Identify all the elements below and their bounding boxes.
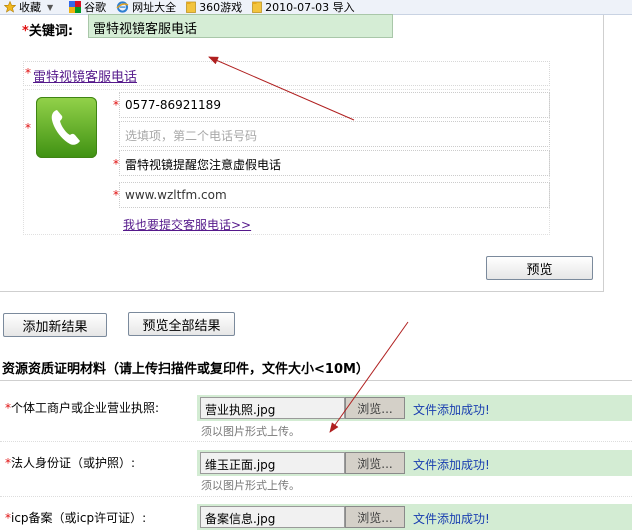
required-mark: * [25,121,31,135]
id-card-status: 文件添加成功! [413,458,490,472]
favorite-site-directory[interactable]: 网址大全 [116,0,176,15]
preview-button[interactable]: 预览 [486,256,593,280]
id-card-hint: 须以图片形式上传。 [201,479,300,492]
id-card-file-input[interactable]: 维玉正面.jpg [200,452,345,474]
section-divider [0,380,632,381]
phone-handset-icon [51,110,80,145]
favorites-label: 收藏 [19,1,41,14]
required-mark: * [25,66,31,80]
phone-logo[interactable] [36,97,97,158]
license-label: *个体工商户或企业营业执照: [5,401,160,415]
license-file-input[interactable]: 营业执照.jpg [200,397,345,419]
icp-file-input[interactable]: 备案信息.jpg [200,506,345,528]
website-field[interactable]: www.wzltfm.com [119,182,550,208]
license-browse-button[interactable]: 浏览... [345,397,405,419]
star-icon [4,1,16,13]
license-status: 文件添加成功! [413,403,490,417]
phone-field[interactable]: 0577-86921189 [119,92,550,118]
favorite-imported-label: 2010-07-03 导入 [265,1,355,14]
license-hint: 须以图片形式上传。 [201,425,300,438]
row-divider [0,496,632,497]
folder-icon [252,1,263,13]
favorite-google[interactable]: 谷歌 [69,0,106,15]
result-title-link[interactable]: 雷特视镜客服电话 [33,66,137,85]
favorites-menu[interactable]: 收藏 ▼ [4,0,53,15]
submit-phone-link[interactable]: 我也要提交客服电话>> [123,216,251,233]
chevron-down-icon[interactable]: ▼ [47,3,53,12]
description-field[interactable]: 雷特视镜提醒您注意虚假电话 [119,150,550,176]
credentials-section-title: 资源资质证明材料（请上传扫描件或复印件，文件大小<10M） [2,362,369,377]
folder-icon [186,1,197,13]
icp-status: 文件添加成功! [413,512,490,526]
keyword-label: *关键词: [22,24,74,39]
row-divider [0,441,632,442]
favorite-imported[interactable]: 2010-07-03 导入 [252,0,355,15]
favorite-360-games[interactable]: 360游戏 [186,0,242,15]
keyword-input[interactable]: 雷特视镜客服电话 [88,14,393,38]
favorites-bar: 收藏 ▼ 谷歌 网址大全 360游戏 2010-07-03 导入 [0,0,632,15]
google-icon [69,1,82,13]
id-card-label: *法人身份证（或护照）: [5,456,136,470]
icp-label: *icp备案（或icp许可证）: [5,511,147,525]
favorite-site-directory-label: 网址大全 [132,1,177,14]
phone2-field[interactable]: 选填项，第二个电话号码 [119,121,550,147]
id-card-browse-button[interactable]: 浏览... [345,452,405,474]
ie-icon [116,1,129,13]
add-result-button[interactable]: 添加新结果 [3,313,107,337]
preview-all-button[interactable]: 预览全部结果 [128,312,235,336]
icp-browse-button[interactable]: 浏览... [345,506,405,528]
favorite-360-games-label: 360游戏 [199,1,243,14]
favorite-google-label: 谷歌 [84,1,107,14]
